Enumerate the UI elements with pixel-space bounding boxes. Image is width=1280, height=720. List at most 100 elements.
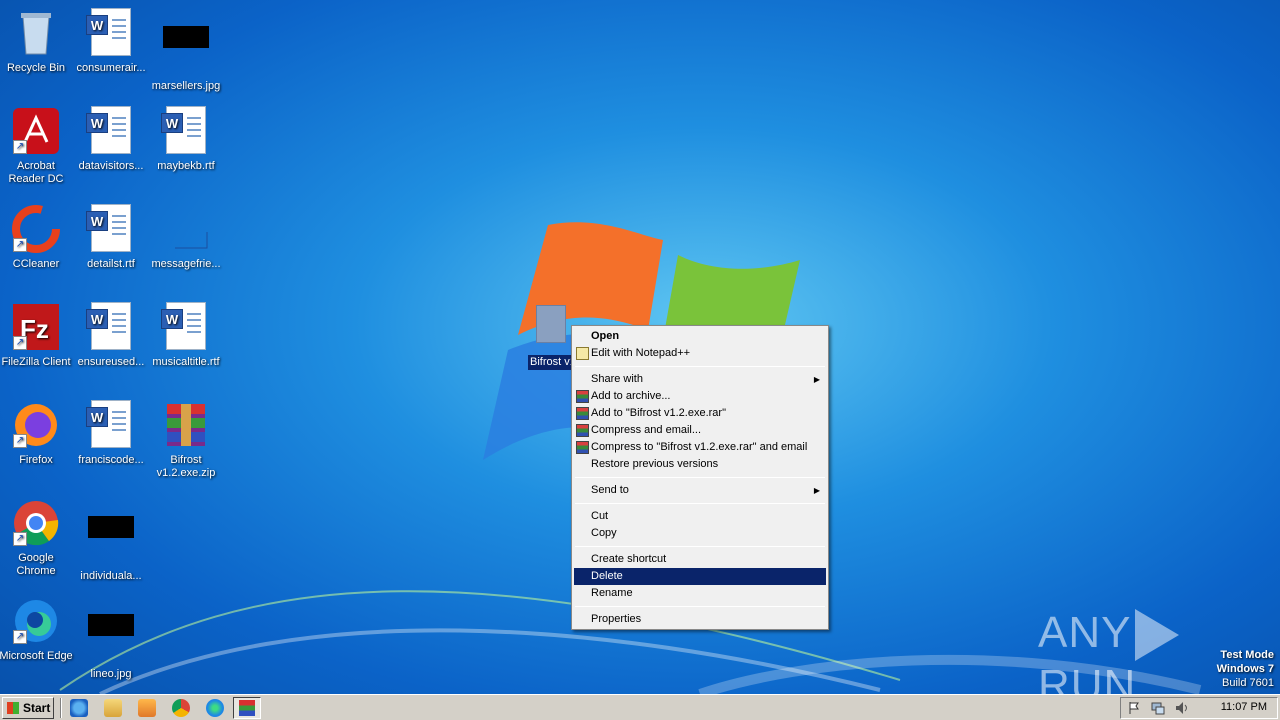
desktop-icon-edge[interactable]: ↗ Microsoft Edge (0, 596, 74, 663)
desktop-icon-messagefrie[interactable]: messagefrie... (148, 204, 224, 271)
menu-separator (575, 366, 825, 367)
media-player-icon[interactable] (138, 699, 156, 717)
winrar-icon (576, 407, 589, 420)
desktop-icon-acrobat[interactable]: ↗ Acrobat Reader DC (0, 106, 74, 186)
menu-item-copy[interactable]: Copy (574, 525, 826, 542)
acrobat-icon: ↗ (11, 106, 61, 156)
icon-label: Firefox (19, 454, 53, 466)
desktop-icon-ensureused[interactable]: W ensureused... (73, 302, 149, 369)
word-document-icon: W (86, 106, 136, 156)
clock[interactable]: 11:07 PM (1221, 701, 1267, 713)
desktop-icon-individuala[interactable]: individuala... (73, 498, 149, 583)
word-document-icon: W (86, 204, 136, 254)
menu-item-restore-versions[interactable]: Restore previous versions (574, 456, 826, 473)
desktop-icon-lineo[interactable]: lineo.jpg (73, 596, 149, 681)
icon-label: FileZilla Client (1, 356, 71, 368)
desktop-icon-filezilla[interactable]: Fz ↗ FileZilla Client (0, 302, 74, 369)
exe-file-icon (536, 305, 566, 343)
desktop-icon-maybekb[interactable]: W maybekb.rtf (148, 106, 224, 173)
system-tray: 11:07 PM (1120, 697, 1278, 719)
winrar-icon (576, 441, 589, 454)
menu-item-add-to-rar[interactable]: Add to "Bifrost v1.2.exe.rar" (574, 405, 826, 422)
winrar-icon (576, 390, 589, 403)
menu-item-add-to-archive[interactable]: Add to archive... (574, 388, 826, 405)
taskbar: Start 11:07 PM (0, 694, 1280, 720)
icon-label: Acrobat Reader DC (8, 160, 64, 185)
winrar-archive-icon (161, 400, 211, 450)
shortcut-arrow-icon: ↗ (13, 140, 27, 154)
desktop-icon-firefox[interactable]: ↗ Firefox (0, 400, 74, 467)
submenu-arrow-icon: ▶ (813, 375, 820, 384)
ccleaner-icon: ↗ (11, 204, 61, 254)
windows-version-label: Windows 7 (1216, 663, 1274, 675)
notepadpp-icon (576, 347, 589, 360)
shortcut-arrow-icon: ↗ (13, 238, 27, 252)
menu-item-rename[interactable]: Rename (574, 585, 826, 602)
desktop-icon-bifrost-zip[interactable]: Bifrost v1.2.exe.zip (148, 400, 224, 480)
file-explorer-icon[interactable] (104, 699, 122, 717)
icon-label: CCleaner (12, 258, 60, 270)
system-info: Test Mode Windows 7 Build 7601 (1217, 648, 1274, 690)
internet-explorer-icon[interactable] (70, 699, 88, 717)
icon-label: ensureused... (77, 356, 145, 368)
taskbar-divider (60, 698, 62, 718)
edge-icon: ↗ (11, 596, 61, 646)
desktop-icon-marsellers[interactable]: marsellers.jpg (148, 8, 224, 93)
word-document-icon: W (86, 400, 136, 450)
edge-icon[interactable] (206, 699, 224, 717)
test-mode-label: Test Mode (1220, 649, 1274, 661)
shortcut-arrow-icon: ↗ (13, 336, 27, 350)
windows-flag-icon (7, 702, 19, 714)
network-icon[interactable] (1151, 701, 1165, 715)
build-label: Build 7601 (1222, 677, 1274, 689)
desktop-icon-recycle-bin[interactable]: Recycle Bin (0, 8, 74, 75)
word-document-icon: W (86, 302, 136, 352)
menu-separator (575, 503, 825, 504)
image-thumbnail-icon (86, 614, 136, 664)
icon-label: Recycle Bin (6, 62, 66, 74)
icon-label: musicaltitle.rtf (152, 356, 220, 368)
icon-label: Bifrost v1.2.exe.zip (156, 454, 216, 479)
menu-item-create-shortcut[interactable]: Create shortcut (574, 551, 826, 568)
image-thumbnail-icon (86, 516, 136, 566)
icon-label: Microsoft Edge (0, 650, 73, 662)
desktop-icon-detailst[interactable]: W detailst.rtf (73, 204, 149, 271)
menu-item-delete[interactable]: Delete (574, 568, 826, 585)
icon-label: consumerair... (76, 62, 146, 74)
volume-icon[interactable] (1175, 701, 1189, 715)
menu-item-properties[interactable]: Properties (574, 611, 826, 628)
menu-item-cut[interactable]: Cut (574, 508, 826, 525)
desktop-icon-consumerair[interactable]: W consumerair... (73, 8, 149, 75)
icon-label: Google Chrome (16, 552, 56, 577)
desktop-icon-datavisitors[interactable]: W datavisitors... (73, 106, 149, 173)
chrome-icon: ↗ (11, 498, 61, 548)
desktop-icon-franciscode[interactable]: W franciscode... (73, 400, 149, 467)
winrar-icon (239, 700, 255, 716)
image-thumbnail-icon (161, 204, 211, 254)
action-center-flag-icon[interactable] (1127, 701, 1141, 715)
menu-item-edit-notepadpp[interactable]: Edit with Notepad++ (574, 345, 826, 362)
start-button[interactable]: Start (2, 697, 54, 719)
desktop-icon-chrome[interactable]: ↗ Google Chrome (0, 498, 74, 578)
desktop-icon-ccleaner[interactable]: ↗ CCleaner (0, 204, 74, 271)
menu-separator (575, 606, 825, 607)
menu-item-send-to[interactable]: Send to ▶ (574, 482, 826, 499)
recycle-bin-icon (11, 8, 61, 58)
menu-item-share-with[interactable]: Share with ▶ (574, 371, 826, 388)
menu-item-compress-email[interactable]: Compress and email... (574, 422, 826, 439)
chrome-icon[interactable] (172, 699, 190, 717)
menu-item-compress-rar-email[interactable]: Compress to "Bifrost v1.2.exe.rar" and e… (574, 439, 826, 456)
shortcut-arrow-icon: ↗ (13, 434, 27, 448)
word-document-icon: W (86, 8, 136, 58)
menu-item-open[interactable]: Open (574, 328, 826, 345)
play-icon (1135, 609, 1180, 662)
word-document-icon: W (161, 302, 211, 352)
icon-label: lineo.jpg (90, 668, 132, 680)
firefox-icon: ↗ (11, 400, 61, 450)
menu-separator (575, 546, 825, 547)
icon-label: franciscode... (78, 454, 144, 466)
desktop-icon-musicaltitle[interactable]: W musicaltitle.rtf (148, 302, 224, 369)
image-thumbnail-icon (161, 26, 211, 76)
winrar-taskbar-button[interactable] (233, 697, 261, 719)
selected-file-bifrost[interactable]: Bifrost v1.2.exe (528, 305, 574, 370)
